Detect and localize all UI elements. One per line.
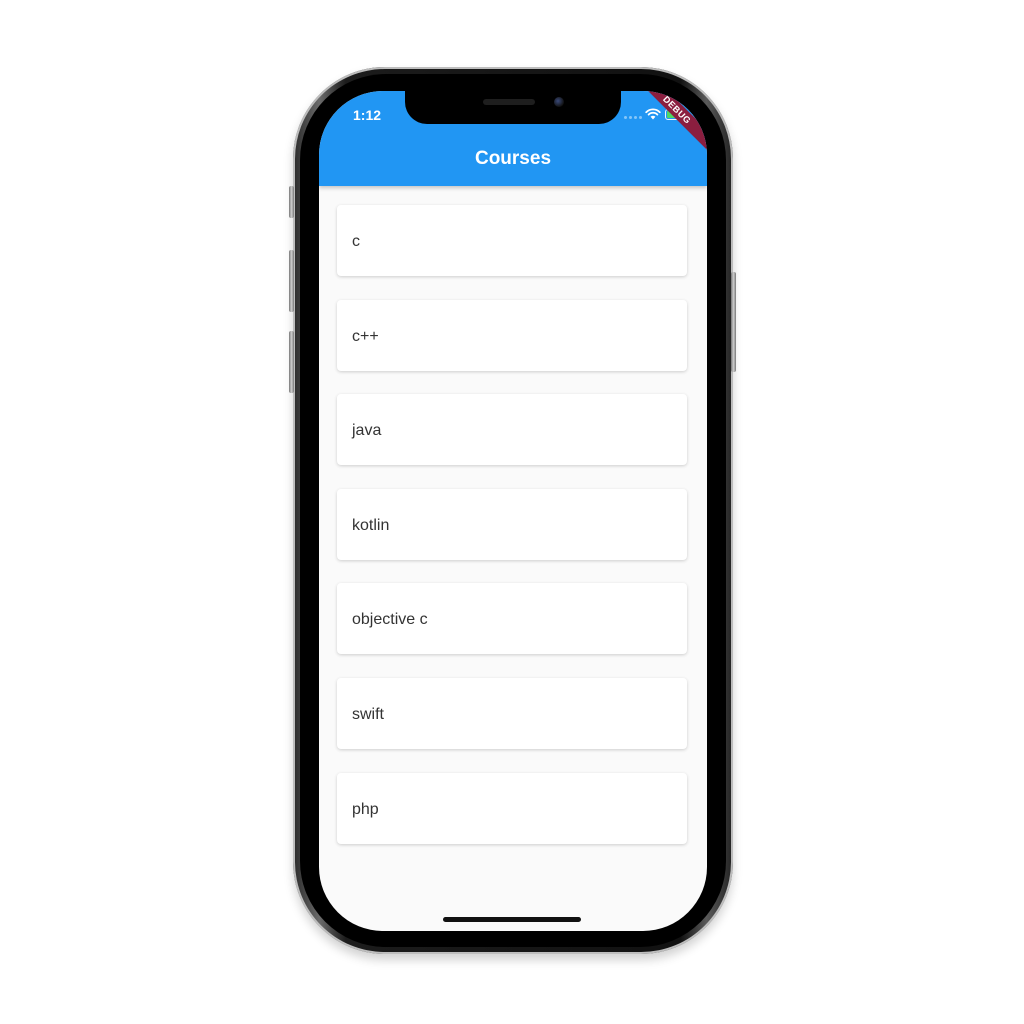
course-card-kotlin[interactable]: kotlin (337, 488, 687, 560)
course-label: java (352, 422, 382, 440)
course-list: c c++ java kotlin objective c swift php (337, 205, 687, 867)
signal-dots-icon (624, 116, 642, 119)
stage: 1:12 DEBUG Courses c c++ java kotlin obj… (0, 0, 1024, 1024)
course-card-php[interactable]: php (337, 772, 687, 844)
course-label: swift (352, 705, 384, 723)
course-label: php (352, 800, 379, 818)
course-card-objective-c[interactable]: objective c (337, 583, 687, 655)
course-card-c[interactable]: c (337, 205, 687, 276)
wifi-icon (645, 108, 661, 120)
course-card-swift[interactable]: swift (337, 677, 687, 749)
phone-power-button (731, 272, 736, 372)
course-card-java[interactable]: java (337, 394, 687, 466)
home-indicator[interactable] (443, 917, 581, 922)
speaker-grille (483, 99, 535, 105)
page-title: Courses (474, 148, 552, 169)
phone-volume-up-button (289, 250, 294, 312)
phone-screen: 1:12 DEBUG Courses c c++ java kotlin obj… (319, 91, 707, 931)
course-label: kotlin (352, 516, 390, 534)
status-time: 1:12 (353, 107, 382, 123)
front-camera (554, 97, 564, 107)
app-bar: 1:12 DEBUG Courses (319, 91, 707, 186)
course-label: c (352, 233, 360, 250)
course-card-cpp[interactable]: c++ (337, 299, 687, 371)
notch (405, 91, 621, 124)
phone-volume-down-button (289, 331, 294, 393)
course-label: objective c (352, 611, 428, 629)
phone-silent-switch (289, 186, 294, 218)
course-label: c++ (352, 327, 379, 345)
